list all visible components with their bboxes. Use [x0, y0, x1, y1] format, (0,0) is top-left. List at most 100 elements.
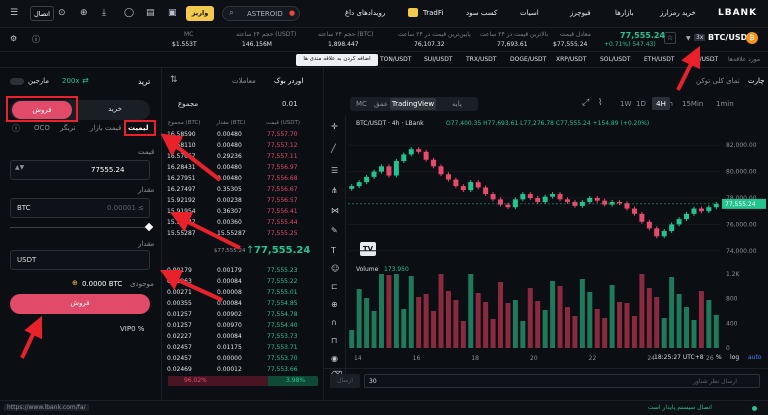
- style-basic[interactable]: پایه: [452, 100, 462, 108]
- book-row[interactable]: 77,553.73 0.00084 0.02227: [167, 332, 319, 342]
- book-row[interactable]: 77,553.71 0.01175 0.02457: [167, 343, 319, 353]
- book-row[interactable]: 77,555.44 0.00360 15.55647: [167, 218, 319, 228]
- interval-1w[interactable]: 1W: [620, 100, 631, 108]
- margin-switch-icon[interactable]: [10, 78, 24, 85]
- leverage-link[interactable]: 200x: [62, 77, 80, 85]
- orders-icon[interactable]: ▤: [146, 8, 155, 18]
- add-favorite-button[interactable]: اضافه کردن به علاقه مندی ها: [296, 54, 378, 66]
- crosshair-icon[interactable]: ✛: [331, 122, 338, 131]
- book-row[interactable]: 77,557.12 0.00480 16.58110: [167, 141, 319, 151]
- comment-send-button[interactable]: ارسال: [330, 374, 360, 388]
- ruler-icon[interactable]: ⊏: [331, 282, 338, 291]
- interval-4h[interactable]: 4H: [652, 97, 670, 110]
- price-stepper-icon[interactable]: ▲▼: [15, 164, 24, 171]
- pitchfork-icon[interactable]: ⋔: [331, 186, 338, 195]
- total-input[interactable]: USDT: [10, 250, 150, 270]
- fav-pair[interactable]: DOGE/USDT: [510, 56, 546, 63]
- order-type-oco[interactable]: OCO: [34, 124, 50, 132]
- settings-gear-icon[interactable]: ⚙: [10, 34, 17, 43]
- trade-tab[interactable]: ترید: [138, 77, 150, 86]
- order-info-icon[interactable]: ⓘ: [12, 123, 20, 134]
- pattern-icon[interactable]: ⋈: [331, 206, 339, 215]
- nav-tradfi[interactable]: TradFi: [423, 9, 443, 17]
- text-icon[interactable]: T: [331, 246, 336, 255]
- nav-futures[interactable]: فیوچرز: [570, 9, 591, 17]
- search-box[interactable]: ⌕ ASTEROID ●: [222, 6, 300, 21]
- slider-handle[interactable]: [144, 222, 154, 232]
- style-depth[interactable]: عمق: [374, 100, 388, 108]
- star-favorite-icon[interactable]: ☆: [664, 32, 676, 44]
- group-select[interactable]: مجموع: [178, 100, 198, 108]
- bell-icon[interactable]: ⊙: [58, 8, 66, 18]
- book-row[interactable]: 77,555.01 0.00008 0.00271: [167, 288, 319, 298]
- login-button[interactable]: اتصال: [30, 6, 54, 21]
- fav-pair[interactable]: SUI/USDT: [424, 56, 452, 63]
- nav-buy-crypto[interactable]: خرید رمزارز: [660, 9, 696, 17]
- wallet-icon[interactable]: ▣: [168, 8, 177, 18]
- info-icon[interactable]: ⓘ: [32, 34, 40, 45]
- fav-pair[interactable]: BTC/USDT: [688, 56, 718, 63]
- trendline-icon[interactable]: ╱: [331, 144, 336, 153]
- order-type-trigger[interactable]: تریگر: [60, 124, 76, 132]
- book-row[interactable]: 77,556.57 0.00238 15.92192: [167, 196, 319, 206]
- tab-order-book[interactable]: اوردر بوک: [274, 77, 303, 85]
- sell-submit-button[interactable]: فروش: [10, 294, 150, 314]
- vip-fee[interactable]: VIP0 %: [120, 325, 144, 333]
- eye-icon[interactable]: ◉: [331, 354, 338, 363]
- percent-toggle[interactable]: %: [716, 354, 722, 361]
- book-row[interactable]: 77,553.66 0.00012 0.02469: [167, 365, 319, 375]
- tab-chart[interactable]: چارت: [748, 77, 764, 85]
- nav-hot-events[interactable]: رویدادهای داغ: [345, 9, 385, 17]
- interval-15min[interactable]: 15Min: [682, 100, 703, 108]
- fav-pair[interactable]: ETH/USDT: [644, 56, 674, 63]
- deposit-button[interactable]: واریز: [186, 6, 214, 21]
- book-row[interactable]: 77,557.70 0.00480 16.58590: [167, 130, 319, 140]
- tab-trades[interactable]: معاملات: [232, 77, 256, 85]
- transfer-icon[interactable]: ⇄: [82, 76, 89, 85]
- buy-tab[interactable]: خرید: [80, 100, 150, 120]
- user-icon[interactable]: ◯: [124, 8, 134, 18]
- fav-pair[interactable]: SOL/USDT: [600, 56, 630, 63]
- indicator-icon[interactable]: ⌇: [598, 98, 602, 108]
- mid-price[interactable]: 77,555.24: [254, 245, 310, 256]
- price-chart[interactable]: 82,000.0080,000.0078,000.0076,000.0074,0…: [348, 128, 768, 392]
- comment-input[interactable]: 30 ارسال نظر شناور: [364, 374, 760, 388]
- magnet-icon[interactable]: ∩: [331, 318, 337, 327]
- style-tradingview[interactable]: TradingView: [390, 98, 436, 110]
- precision-select[interactable]: 0.01: [282, 100, 298, 108]
- language-globe-icon[interactable]: ⊕: [80, 8, 88, 18]
- amount-input[interactable]: BTC 0.00001 ≤: [10, 198, 150, 218]
- book-row[interactable]: 77,555.23 0.00179 0.00179: [167, 266, 319, 276]
- tab-token-overview[interactable]: نمای کلی توکن: [696, 77, 740, 85]
- auto-toggle[interactable]: auto: [748, 354, 762, 361]
- fav-pair[interactable]: XRP/USDT: [556, 56, 586, 63]
- book-row[interactable]: 77,556.97 0.00480 16.28431: [167, 163, 319, 173]
- horizontal-line-icon[interactable]: ☰: [331, 166, 338, 175]
- book-row[interactable]: 77,555.25 15.55287 15.55287: [167, 229, 319, 239]
- order-type-market[interactable]: قیمت بازار: [90, 124, 121, 132]
- book-row[interactable]: 77,554.78 0.00902 0.01257: [167, 310, 319, 320]
- book-row[interactable]: 77,556.67 0.35305 16.27497: [167, 185, 319, 195]
- nav-markets[interactable]: بازارها: [615, 9, 634, 17]
- book-row[interactable]: 77,554.85 0.00084 0.00355: [167, 299, 319, 309]
- nav-spot[interactable]: اسیات: [520, 9, 539, 17]
- add-funds-icon[interactable]: ⊕: [72, 279, 78, 287]
- lock-icon[interactable]: ⊓: [331, 336, 337, 345]
- lbank-logo[interactable]: LBANK: [718, 8, 757, 18]
- zoom-icon[interactable]: ⊕: [331, 300, 338, 309]
- book-row[interactable]: 77,557.11 0.29236 16.57667: [167, 152, 319, 162]
- interval-1d[interactable]: 1D: [636, 100, 646, 108]
- margin-toggle[interactable]: مارجین: [28, 77, 49, 85]
- book-row[interactable]: 77,554.40 0.00970 0.01257: [167, 321, 319, 331]
- style-mc[interactable]: MC: [356, 100, 367, 108]
- download-icon[interactable]: ⤓: [102, 8, 106, 18]
- book-row[interactable]: 77,553.70 0.00000 0.02457: [167, 354, 319, 364]
- fullscreen-icon[interactable]: ⤢: [582, 98, 589, 108]
- book-row[interactable]: 77,555.22 0.00084 0.00263: [167, 277, 319, 287]
- brush-icon[interactable]: ✎: [331, 226, 338, 235]
- interval-1min[interactable]: 1min: [716, 100, 734, 108]
- fav-pair[interactable]: TON/USDT: [380, 56, 411, 63]
- book-row[interactable]: 77,556.68 0.00480 16.27951: [167, 174, 319, 184]
- book-row[interactable]: 77,556.41 0.36307 15.91954: [167, 207, 319, 217]
- fav-pair[interactable]: TRX/USDT: [466, 56, 496, 63]
